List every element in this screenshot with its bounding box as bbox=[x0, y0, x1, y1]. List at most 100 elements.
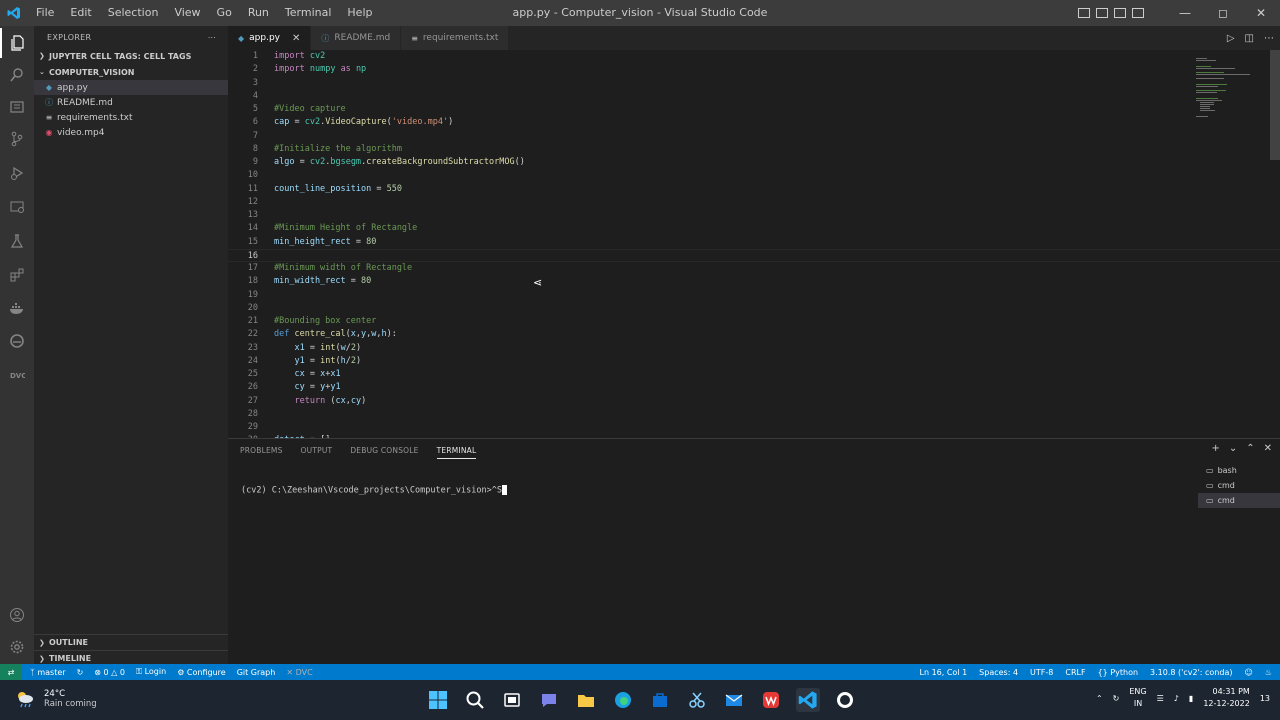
more-actions-icon[interactable]: ⋯ bbox=[1264, 33, 1274, 44]
configure-button[interactable]: ⚙ Configure bbox=[177, 668, 226, 677]
run-debug-icon[interactable] bbox=[0, 158, 34, 188]
source-control-icon[interactable] bbox=[0, 124, 34, 154]
code-line[interactable]: 17 #Minimum width of Rectangle bbox=[228, 262, 1280, 275]
code-line[interactable]: 16 bbox=[228, 248, 1280, 262]
code-line[interactable]: 7 bbox=[228, 130, 1280, 143]
mail-icon[interactable] bbox=[722, 688, 746, 712]
code-line[interactable]: 9 algo = cv2.bgsegm.createBackgroundSubtr… bbox=[228, 156, 1280, 169]
notification-count-badge[interactable]: 13 bbox=[1260, 694, 1270, 703]
jupyter-cell-tags-section[interactable]: ❯ JUPYTER CELL TAGS: CELL TAGS bbox=[34, 48, 228, 64]
code-line[interactable]: 14 #Minimum Height of Rectangle bbox=[228, 222, 1280, 235]
testing-icon[interactable] bbox=[0, 226, 34, 256]
chevron-up-icon[interactable]: ⌃ bbox=[1096, 694, 1103, 703]
toggle-sidebar-icon[interactable] bbox=[1078, 8, 1090, 18]
update-sync-icon[interactable]: ↻ bbox=[1113, 694, 1120, 703]
settings-gear-icon[interactable] bbox=[0, 632, 34, 662]
code-line[interactable]: 27 return (cx,cy) bbox=[228, 395, 1280, 408]
code-line[interactable]: 26 cy = y+y1 bbox=[228, 381, 1280, 394]
terminal-item-cmd[interactable]: ▭ cmd bbox=[1198, 478, 1280, 493]
dvc-icon[interactable]: DVC bbox=[0, 360, 34, 390]
line-ending[interactable]: CRLF bbox=[1065, 668, 1085, 677]
outline-section[interactable]: ❯ OUTLINE bbox=[34, 634, 228, 650]
code-line[interactable]: 13 bbox=[228, 209, 1280, 222]
edge-browser-icon[interactable] bbox=[611, 688, 635, 712]
tab-output[interactable]: OUTPUT bbox=[301, 443, 333, 459]
remote-explorer-icon[interactable] bbox=[0, 192, 34, 222]
menu-selection[interactable]: Selection bbox=[100, 0, 167, 26]
minimize-button[interactable]: — bbox=[1166, 6, 1204, 20]
branch-indicator[interactable]: ᛉ master bbox=[30, 668, 66, 677]
new-terminal-icon[interactable]: + bbox=[1211, 443, 1219, 454]
menu-file[interactable]: File bbox=[28, 0, 62, 26]
weather-widget[interactable]: 24°C Rain coming bbox=[14, 688, 97, 710]
toggle-panel-icon[interactable] bbox=[1096, 8, 1108, 18]
login-button[interactable]: ⚿ Login bbox=[136, 667, 166, 677]
cursor-position[interactable]: Ln 16, Col 1 bbox=[920, 668, 968, 677]
maximize-button[interactable]: ◻ bbox=[1204, 6, 1242, 20]
terminal-item-cmd-active[interactable]: ▭ cmd bbox=[1198, 493, 1280, 508]
encoding[interactable]: UTF-8 bbox=[1030, 668, 1053, 677]
remote-icon[interactable]: ⇄ bbox=[0, 664, 22, 680]
close-panel-icon[interactable]: ✕ bbox=[1264, 443, 1272, 454]
sync-icon[interactable]: ↻ bbox=[77, 668, 84, 677]
file-item-video[interactable]: ◉ video.mp4 bbox=[34, 125, 228, 140]
code-line[interactable]: 11 count_line_position = 550 bbox=[228, 183, 1280, 196]
close-button[interactable]: ✕ bbox=[1242, 6, 1280, 20]
menu-go[interactable]: Go bbox=[209, 0, 240, 26]
menu-help[interactable]: Help bbox=[339, 0, 380, 26]
code-line[interactable]: 20 bbox=[228, 302, 1280, 315]
feedback-icon[interactable]: ☺ bbox=[1244, 668, 1252, 677]
notifications-bell-icon[interactable]: ♨ bbox=[1265, 668, 1272, 677]
accounts-icon[interactable] bbox=[0, 600, 34, 630]
extensions-icon[interactable] bbox=[0, 260, 34, 290]
project-folder-section[interactable]: ⌄ COMPUTER_VISION bbox=[34, 64, 228, 80]
code-line[interactable]: 5 #Video capture bbox=[228, 103, 1280, 116]
search-icon[interactable] bbox=[0, 60, 34, 90]
customize-layout-icon[interactable] bbox=[1132, 8, 1144, 18]
task-view-icon[interactable] bbox=[500, 688, 524, 712]
tab-readme[interactable]: ⓘ README.md bbox=[311, 26, 402, 50]
code-editor[interactable]: 1 import cv2 2 import numpy as np 3 4 5 #Video … bbox=[228, 50, 1280, 438]
battery-icon[interactable]: ▮ bbox=[1189, 694, 1193, 703]
close-tab-icon[interactable]: ✕ bbox=[292, 33, 300, 44]
code-line[interactable]: 19 bbox=[228, 289, 1280, 302]
terminal-output[interactable]: (cv2) C:\Zeeshan\Vscode_projects\Compute… bbox=[241, 485, 507, 496]
github-desktop-icon[interactable] bbox=[833, 688, 857, 712]
docker-icon[interactable] bbox=[0, 294, 34, 324]
explorer-icon[interactable] bbox=[0, 28, 34, 58]
code-line[interactable]: 2 import numpy as np bbox=[228, 63, 1280, 76]
tab-debug-console[interactable]: DEBUG CONSOLE bbox=[350, 443, 418, 459]
volume-icon[interactable]: ♪ bbox=[1174, 694, 1179, 703]
code-line[interactable]: 21 #Bounding box center bbox=[228, 315, 1280, 328]
outline-view-icon[interactable] bbox=[0, 92, 34, 122]
snipping-tool-icon[interactable] bbox=[685, 688, 709, 712]
code-line[interactable]: 3 bbox=[228, 77, 1280, 90]
clock[interactable]: 04:31 PM 12-12-2022 bbox=[1203, 686, 1250, 710]
more-actions-icon[interactable]: ⋯ bbox=[208, 33, 216, 42]
git-graph-button[interactable]: Git Graph bbox=[237, 668, 276, 677]
maximize-panel-icon[interactable]: ⌃ bbox=[1246, 443, 1254, 454]
code-line[interactable]: 15 min_height_rect = 80 bbox=[228, 236, 1280, 249]
toggle-secondary-sidebar-icon[interactable] bbox=[1114, 8, 1126, 18]
split-editor-icon[interactable]: ◫ bbox=[1245, 33, 1254, 44]
chevron-down-icon[interactable]: ⌄ bbox=[1229, 443, 1237, 454]
code-line[interactable]: 12 bbox=[228, 196, 1280, 209]
code-line[interactable]: 10 bbox=[228, 169, 1280, 182]
tab-requirements[interactable]: ≡ requirements.txt bbox=[401, 26, 510, 50]
file-item-readme[interactable]: ⓘ README.md bbox=[34, 95, 228, 110]
wps-office-icon[interactable] bbox=[759, 688, 783, 712]
tab-app-py[interactable]: ◆ app.py ✕ bbox=[228, 26, 312, 50]
code-line[interactable]: 23 x1 = int(w/2) bbox=[228, 342, 1280, 355]
code-line[interactable]: 6 cap = cv2.VideoCapture('video.mp4') bbox=[228, 116, 1280, 129]
vscode-taskbar-icon[interactable] bbox=[796, 688, 820, 712]
language-indicator[interactable]: ENG IN bbox=[1129, 686, 1146, 710]
menu-terminal[interactable]: Terminal bbox=[277, 0, 340, 26]
code-line[interactable]: 29 bbox=[228, 421, 1280, 434]
language-mode[interactable]: {} Python bbox=[1098, 668, 1138, 677]
windows-start-icon[interactable] bbox=[426, 688, 450, 712]
microsoft-store-icon[interactable] bbox=[648, 688, 672, 712]
code-line[interactable]: 22 def centre_cal(x,y,w,h): bbox=[228, 328, 1280, 341]
menu-run[interactable]: Run bbox=[240, 0, 277, 26]
terminal-item-bash[interactable]: ▭ bash bbox=[1198, 463, 1280, 478]
code-line[interactable]: 18 min_width_rect = 80 bbox=[228, 275, 1280, 288]
